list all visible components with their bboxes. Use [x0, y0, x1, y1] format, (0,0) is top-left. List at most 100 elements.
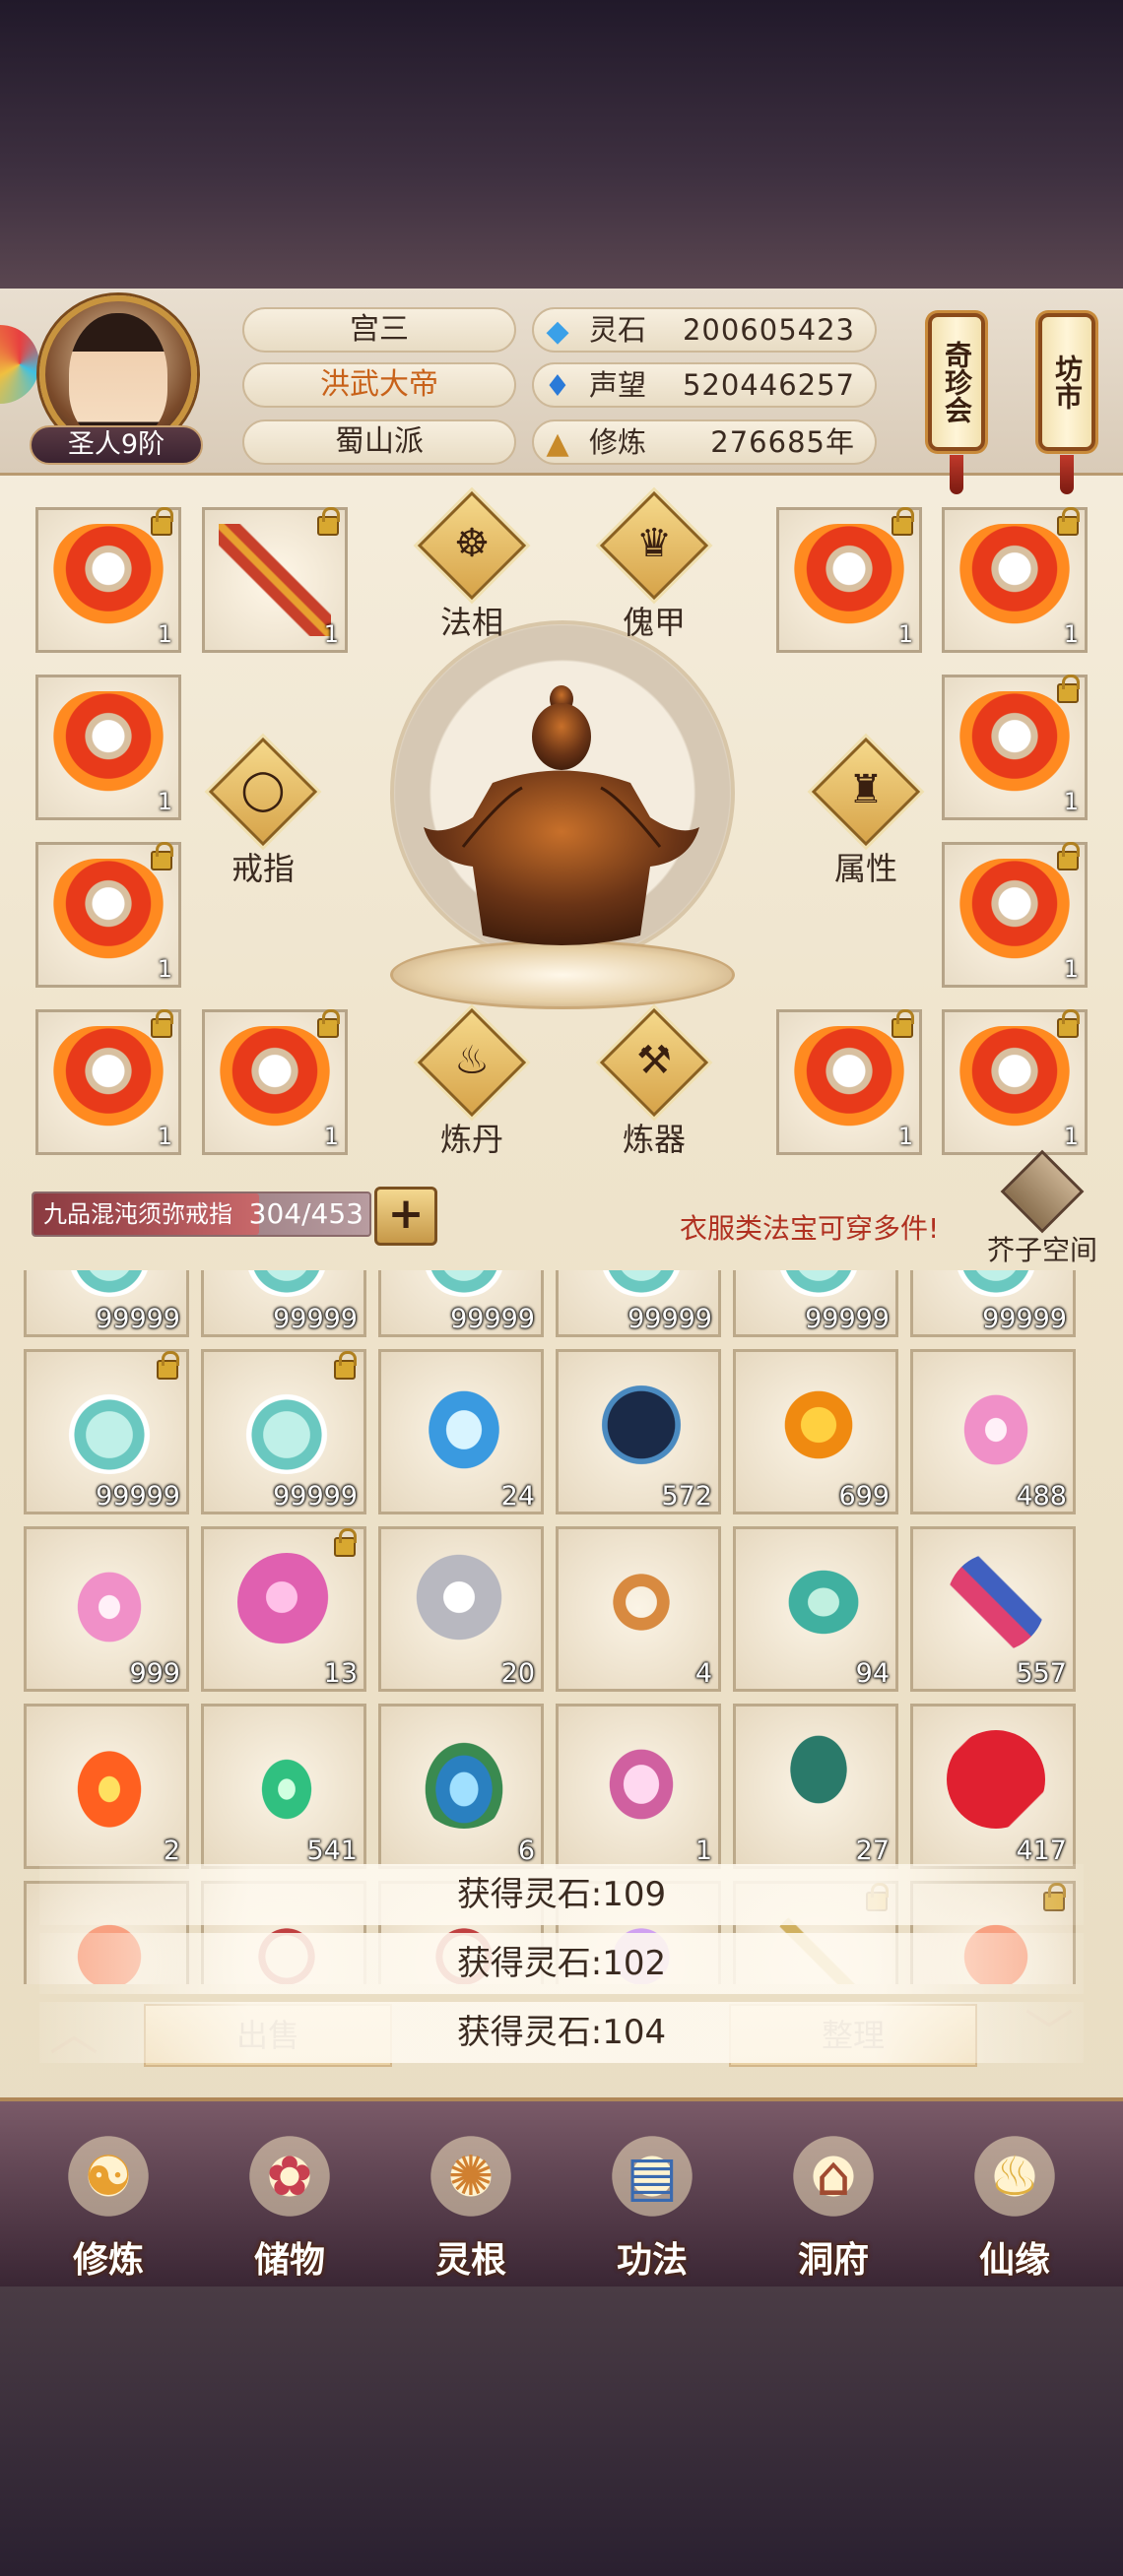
fire-icon — [60, 1730, 159, 1829]
pocket-space-button[interactable]: 芥子空间 — [983, 1149, 1101, 1266]
inventory-item[interactable]: 2 — [24, 1704, 189, 1869]
item-count: 24 — [500, 1481, 535, 1512]
inventory-item[interactable]: 572 — [556, 1349, 721, 1514]
item-count: 27 — [855, 1835, 890, 1866]
water-leaf-icon — [415, 1730, 513, 1829]
equipment-slot[interactable]: 1 — [35, 842, 181, 988]
robe-icon — [219, 1026, 331, 1138]
bottom-backdrop — [0, 2286, 1123, 2576]
inventory-item[interactable]: 99999 — [378, 1270, 544, 1337]
equipment-slot[interactable]: 1 — [942, 675, 1088, 820]
equipment-slot[interactable]: 1 — [942, 1009, 1088, 1155]
item-count: 1 — [157, 955, 172, 983]
nav-fortune-gourd[interactable]: ♨ 仙缘 — [941, 2127, 1089, 2285]
dharma-form-button[interactable]: ☸ 法相 — [414, 490, 527, 641]
rank-badge: 圣人9阶 — [30, 425, 203, 465]
spirit-stone-stat: ◆ 灵石 200605423 — [532, 307, 877, 353]
expand-storage-button[interactable]: + — [374, 1187, 437, 1246]
inventory-item[interactable]: 4 — [556, 1526, 721, 1692]
inventory-item[interactable]: 699 — [733, 1349, 898, 1514]
item-count: 2 — [163, 1835, 180, 1866]
robe-icon — [958, 524, 1071, 636]
lock-icon — [334, 1528, 357, 1557]
item-count: 1 — [1063, 620, 1079, 648]
inventory-item[interactable]: 557 — [910, 1526, 1076, 1692]
equipment-slot[interactable]: 1 — [202, 507, 348, 653]
inventory-item[interactable]: 99999 — [910, 1270, 1076, 1337]
item-count: 541 — [306, 1835, 358, 1866]
meditation-icon: ☸ — [454, 521, 490, 566]
forging-button[interactable]: ⚒ 炼器 — [596, 1007, 709, 1158]
market-button[interactable]: 坊市 — [1038, 313, 1095, 451]
robe-icon — [958, 859, 1071, 971]
top-backdrop — [0, 0, 1123, 289]
reward-toast: 获得灵石:102 — [39, 1933, 1084, 1994]
nav-label: 修炼 — [72, 2240, 144, 2281]
stat-label: 声望 — [589, 368, 647, 402]
inventory-item[interactable]: 13 — [201, 1526, 366, 1692]
inventory-item[interactable]: 488 — [910, 1349, 1076, 1514]
cultivation-stat: ▲ 修炼 276685年 — [532, 419, 877, 465]
nav-treasure-bag[interactable]: ✿ 储物 — [216, 2127, 363, 2285]
robe-icon — [52, 1026, 165, 1138]
inventory-item[interactable]: 24 — [378, 1349, 544, 1514]
puppet-armor-button[interactable]: ♛ 傀甲 — [596, 490, 709, 641]
inventory-item[interactable]: 27 — [733, 1704, 898, 1869]
inventory-item[interactable]: 999 — [24, 1526, 189, 1692]
item-count: 1 — [323, 1123, 339, 1150]
equipment-slot[interactable]: 1 — [942, 842, 1088, 988]
equipment-slot[interactable]: 1 — [35, 675, 181, 820]
nav-label: 储物 — [253, 2240, 325, 2281]
robe-icon — [793, 1026, 905, 1138]
reputation-stat: ♦ 声望 520446257 — [532, 362, 877, 408]
equipment-slot[interactable]: 1 — [776, 507, 922, 653]
item-count: 20 — [500, 1658, 535, 1689]
inventory-item[interactable]: 99999 — [556, 1270, 721, 1337]
inventory-item[interactable]: 541 — [201, 1704, 366, 1869]
button-label: 戒指 — [231, 850, 295, 887]
ring-button[interactable]: ◯ 戒指 — [205, 737, 318, 887]
ring-icon: ◯ — [240, 767, 286, 812]
inventory-item[interactable]: 20 — [378, 1526, 544, 1692]
item-count: 417 — [1016, 1835, 1067, 1866]
lock-icon — [892, 1009, 914, 1038]
jade-gourd-icon — [769, 1553, 868, 1651]
item-count: 1 — [157, 1123, 172, 1150]
equipment-slot[interactable]: 1 — [35, 1009, 181, 1155]
lock-icon — [1057, 675, 1080, 703]
item-count: 488 — [1016, 1481, 1067, 1512]
inventory-item[interactable]: 99999 — [733, 1270, 898, 1337]
nav-spirit-root[interactable]: ✺ 灵根 — [397, 2127, 545, 2285]
inventory-item[interactable]: 99999 — [24, 1270, 189, 1337]
nav-technique-book[interactable]: ▤ 功法 — [578, 2127, 726, 2285]
alchemy-button[interactable]: ♨ 炼丹 — [414, 1007, 527, 1158]
equipment-slot[interactable]: 1 — [942, 507, 1088, 653]
ring-icon — [592, 1553, 691, 1651]
attributes-button[interactable]: ♜ 属性 — [808, 737, 921, 887]
button-label: 炼器 — [622, 1121, 686, 1158]
cauldron-icon: ♨ — [454, 1038, 490, 1083]
button-label: 炼丹 — [439, 1121, 503, 1158]
inventory-item[interactable]: 99999 — [201, 1349, 366, 1514]
equipment-slot[interactable]: 1 — [35, 507, 181, 653]
nav-cave-dwelling[interactable]: ⌂ 洞府 — [760, 2127, 907, 2285]
gourd-icon — [237, 1376, 336, 1474]
cultivation-icon: ▲ — [546, 425, 569, 461]
green-flame-icon — [237, 1730, 336, 1829]
inventory-item[interactable]: 1 — [556, 1704, 721, 1869]
inventory-item[interactable]: 99999 — [201, 1270, 366, 1337]
scroll-icon — [947, 1553, 1045, 1651]
inventory-item[interactable]: 94 — [733, 1526, 898, 1692]
inventory-item[interactable]: 417 — [910, 1704, 1076, 1869]
inventory-item[interactable]: 6 — [378, 1704, 544, 1869]
inventory-item[interactable]: 99999 — [24, 1349, 189, 1514]
item-count: 1 — [897, 620, 913, 648]
nav-meditating-monk[interactable]: ☯ 修炼 — [34, 2127, 182, 2285]
equipment-slot[interactable]: 1 — [776, 1009, 922, 1155]
item-count: 1 — [323, 620, 339, 648]
treasure-shop-button[interactable]: 奇珍会 — [928, 313, 985, 451]
equipment-slot[interactable]: 1 — [202, 1009, 348, 1155]
hat-figure-icon: ♜ — [848, 767, 884, 812]
capacity-value: 304/453 — [248, 1197, 363, 1230]
item-count: 6 — [517, 1835, 535, 1866]
